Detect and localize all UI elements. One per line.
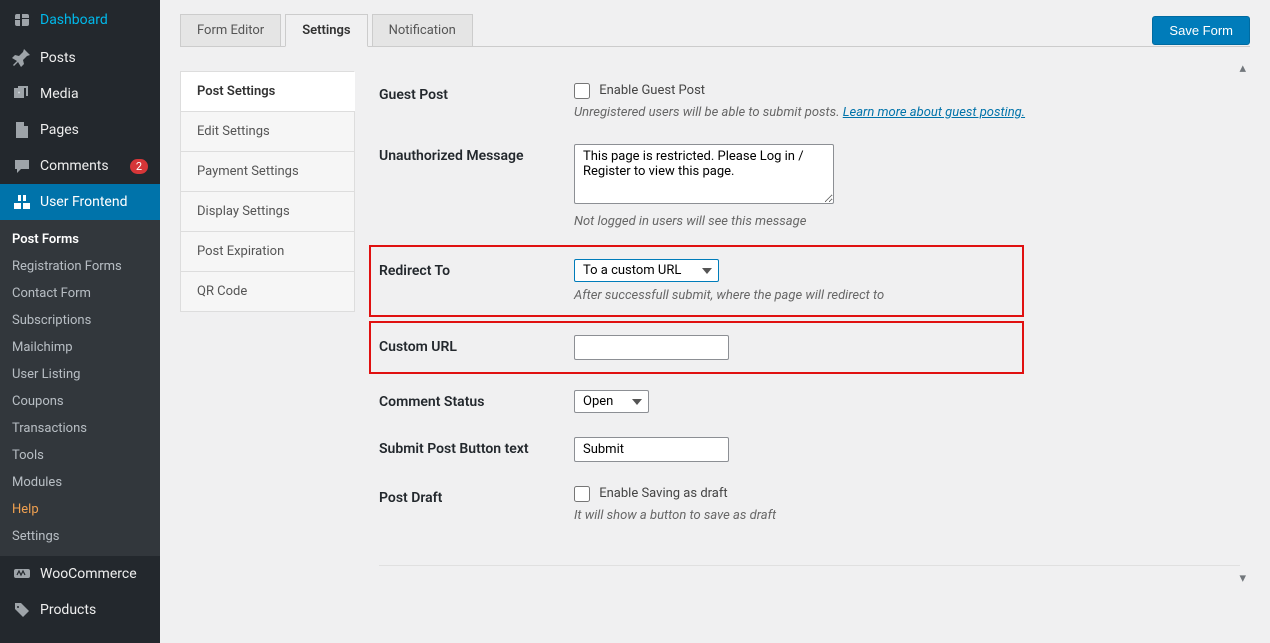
sidebar-user-frontend[interactable]: User Frontend <box>0 184 160 220</box>
label-post-draft: Post Draft <box>379 486 574 523</box>
sidebar-dashboard-label: Dashboard <box>40 12 148 28</box>
row-submit-button: Submit Post Button text <box>379 425 1240 474</box>
products-icon <box>12 600 32 620</box>
sidebar-posts[interactable]: Posts <box>0 40 160 76</box>
subnav-display-settings[interactable]: Display Settings <box>180 191 355 232</box>
main-content: Form Editor Settings Notification Save F… <box>160 0 1270 643</box>
unauthorized-textarea[interactable]: This page is restricted. Please Log in /… <box>574 144 834 204</box>
custom-url-input[interactable] <box>574 335 729 360</box>
submenu-help[interactable]: Help <box>0 496 160 523</box>
sidebar-media-label: Media <box>40 86 148 102</box>
sidebar-woocommerce-label: WooCommerce <box>40 566 148 582</box>
woocommerce-icon <box>12 564 32 584</box>
media-icon <box>12 84 32 104</box>
subnav-post-settings[interactable]: Post Settings <box>180 71 355 112</box>
post-draft-checkbox[interactable] <box>574 486 590 502</box>
dashboard-icon <box>12 10 32 30</box>
submenu-post-forms[interactable]: Post Forms <box>0 226 160 253</box>
post-draft-help: It will show a button to save as draft <box>574 508 1240 523</box>
tab-form-editor[interactable]: Form Editor <box>180 14 281 47</box>
submenu-coupons[interactable]: Coupons <box>0 388 160 415</box>
row-post-draft: Post Draft Enable Saving as draft It wil… <box>379 474 1240 535</box>
comment-status-select[interactable]: Open <box>574 390 649 413</box>
comments-count-badge: 2 <box>130 159 148 174</box>
sidebar-posts-label: Posts <box>40 50 148 66</box>
subnav-payment-settings[interactable]: Payment Settings <box>180 151 355 192</box>
sidebar-products-label: Products <box>40 602 148 618</box>
label-custom-url: Custom URL <box>379 335 574 360</box>
sidebar-pages[interactable]: Pages <box>0 112 160 148</box>
row-comment-status: Comment Status Open <box>379 378 1240 425</box>
sidebar-media[interactable]: Media <box>0 76 160 112</box>
page-icon <box>12 120 32 140</box>
highlight-custom-url: Custom URL <box>369 321 1024 374</box>
guest-post-help-text: Unregistered users will be able to submi… <box>574 105 843 120</box>
subnav-edit-settings[interactable]: Edit Settings <box>180 111 355 152</box>
unauthorized-help: Not logged in users will see this messag… <box>574 214 1240 229</box>
sidebar-products[interactable]: Products <box>0 592 160 628</box>
settings-panel: Post Settings Edit Settings Payment Sett… <box>180 46 1250 590</box>
form-area: ▴ Guest Post Enable Guest Post Unregiste… <box>355 47 1250 590</box>
pin-icon <box>12 48 32 68</box>
panel-divider <box>379 565 1240 566</box>
sidebar-dashboard[interactable]: Dashboard <box>0 0 160 40</box>
sidebar-pages-label: Pages <box>40 122 148 138</box>
label-guest-post: Guest Post <box>379 83 574 120</box>
guest-post-checkbox-label: Enable Guest Post <box>599 84 705 99</box>
submenu-subscriptions[interactable]: Subscriptions <box>0 307 160 334</box>
sidebar-woocommerce[interactable]: WooCommerce <box>0 556 160 592</box>
submenu-settings[interactable]: Settings <box>0 523 160 550</box>
comment-icon <box>12 156 32 176</box>
save-form-button[interactable]: Save Form <box>1152 16 1250 45</box>
subnav-qr-code[interactable]: QR Code <box>180 271 355 312</box>
sidebar-comments[interactable]: Comments 2 <box>0 148 160 184</box>
field-post-draft: Enable Saving as draft It will show a bu… <box>574 486 1240 523</box>
subnav-post-expiration[interactable]: Post Expiration <box>180 231 355 272</box>
label-unauthorized: Unauthorized Message <box>379 144 574 229</box>
tabs: Form Editor Settings Notification <box>180 14 1152 47</box>
field-custom-url <box>574 335 1014 360</box>
sidebar-submenu: Post Forms Registration Forms Contact Fo… <box>0 220 160 556</box>
label-comment-status: Comment Status <box>379 390 574 413</box>
row-unauthorized: Unauthorized Message This page is restri… <box>379 132 1240 241</box>
highlight-redirect: Redirect To To a custom URL After succes… <box>369 245 1024 317</box>
settings-subnav: Post Settings Edit Settings Payment Sett… <box>180 47 355 590</box>
user-frontend-icon <box>12 192 32 212</box>
submenu-registration-forms[interactable]: Registration Forms <box>0 253 160 280</box>
admin-sidebar: Dashboard Posts Media Pages Comments 2 U… <box>0 0 160 643</box>
submenu-contact-form[interactable]: Contact Form <box>0 280 160 307</box>
row-custom-url: Custom URL <box>379 323 1014 372</box>
field-submit-button <box>574 437 1240 462</box>
guest-post-help: Unregistered users will be able to submi… <box>574 105 1240 120</box>
redirect-help: After successfull submit, where the page… <box>574 288 1014 303</box>
submenu-tools[interactable]: Tools <box>0 442 160 469</box>
collapse-down-icon[interactable]: ▾ <box>1239 571 1246 586</box>
label-redirect: Redirect To <box>379 259 574 303</box>
row-redirect: Redirect To To a custom URL After succes… <box>379 247 1014 315</box>
field-redirect: To a custom URL After successfull submit… <box>574 259 1014 303</box>
submit-button-input[interactable] <box>574 437 729 462</box>
field-unauthorized: This page is restricted. Please Log in /… <box>574 144 1240 229</box>
tab-notification[interactable]: Notification <box>372 14 473 47</box>
field-guest-post: Enable Guest Post Unregistered users wil… <box>574 83 1240 120</box>
guest-post-checkbox[interactable] <box>574 83 590 99</box>
submenu-mailchimp[interactable]: Mailchimp <box>0 334 160 361</box>
submenu-transactions[interactable]: Transactions <box>0 415 160 442</box>
guest-post-checkbox-wrap[interactable]: Enable Guest Post <box>574 83 705 98</box>
collapse-up-icon[interactable]: ▴ <box>1239 61 1246 76</box>
guest-post-link[interactable]: Learn more about guest posting. <box>843 105 1025 120</box>
tabs-row: Form Editor Settings Notification Save F… <box>180 0 1250 47</box>
post-draft-checkbox-label: Enable Saving as draft <box>599 487 727 502</box>
sidebar-comments-label: Comments <box>40 158 124 174</box>
submenu-modules[interactable]: Modules <box>0 469 160 496</box>
row-guest-post: Guest Post Enable Guest Post Unregistere… <box>379 71 1240 132</box>
field-comment-status: Open <box>574 390 1240 413</box>
sidebar-user-frontend-label: User Frontend <box>40 194 148 210</box>
submenu-user-listing[interactable]: User Listing <box>0 361 160 388</box>
post-draft-checkbox-wrap[interactable]: Enable Saving as draft <box>574 486 728 501</box>
tab-settings[interactable]: Settings <box>285 14 367 47</box>
redirect-to-select[interactable]: To a custom URL <box>574 259 719 282</box>
label-submit-button: Submit Post Button text <box>379 437 574 462</box>
